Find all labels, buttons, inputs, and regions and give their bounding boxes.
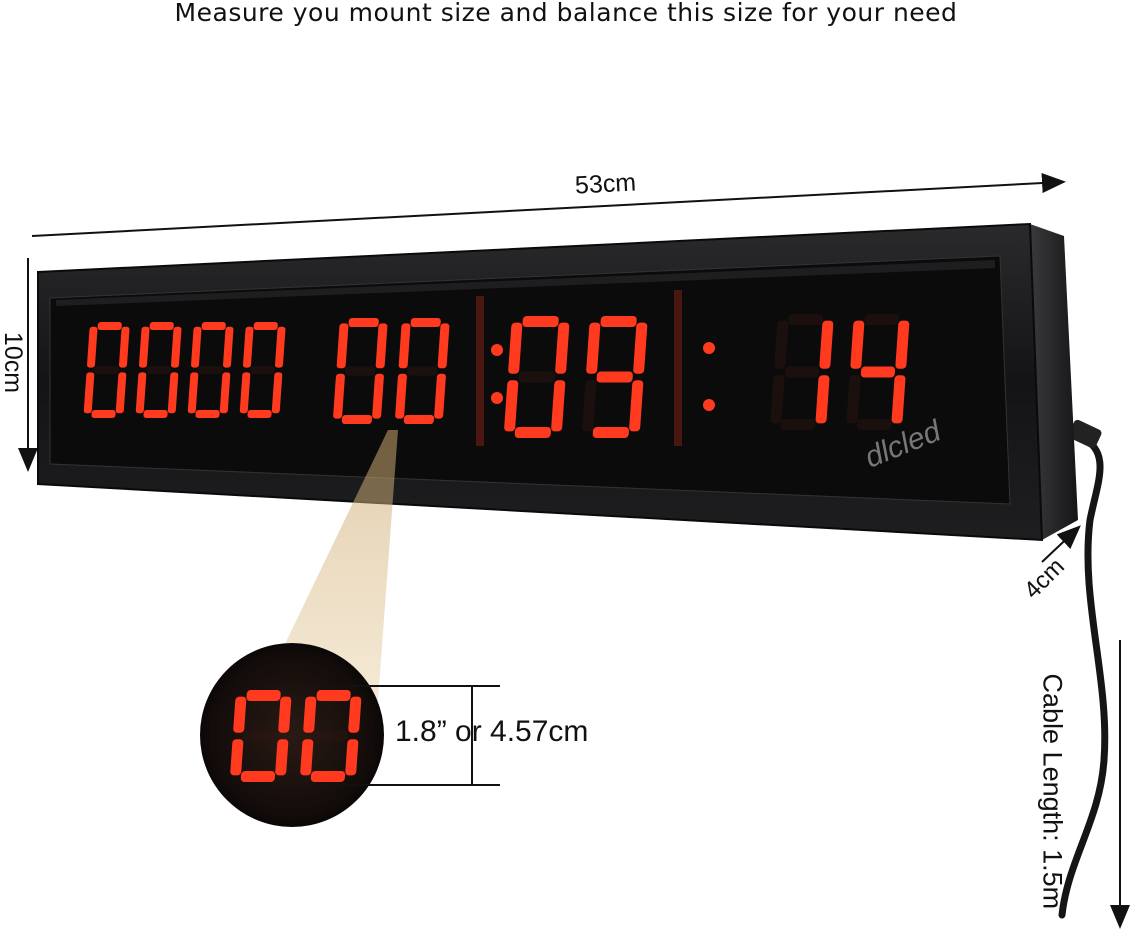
cable-length-label: Cable Length: 1.5m [1037,673,1068,910]
width-label: 53cm [574,168,637,200]
product-photo: dlcled [18,173,1130,929]
width-arrow [31,173,1066,237]
height-label: 10cm [0,331,28,394]
digit-height-label: 1.8” or 4.57cm [395,715,589,748]
zoom-circle [200,643,384,827]
